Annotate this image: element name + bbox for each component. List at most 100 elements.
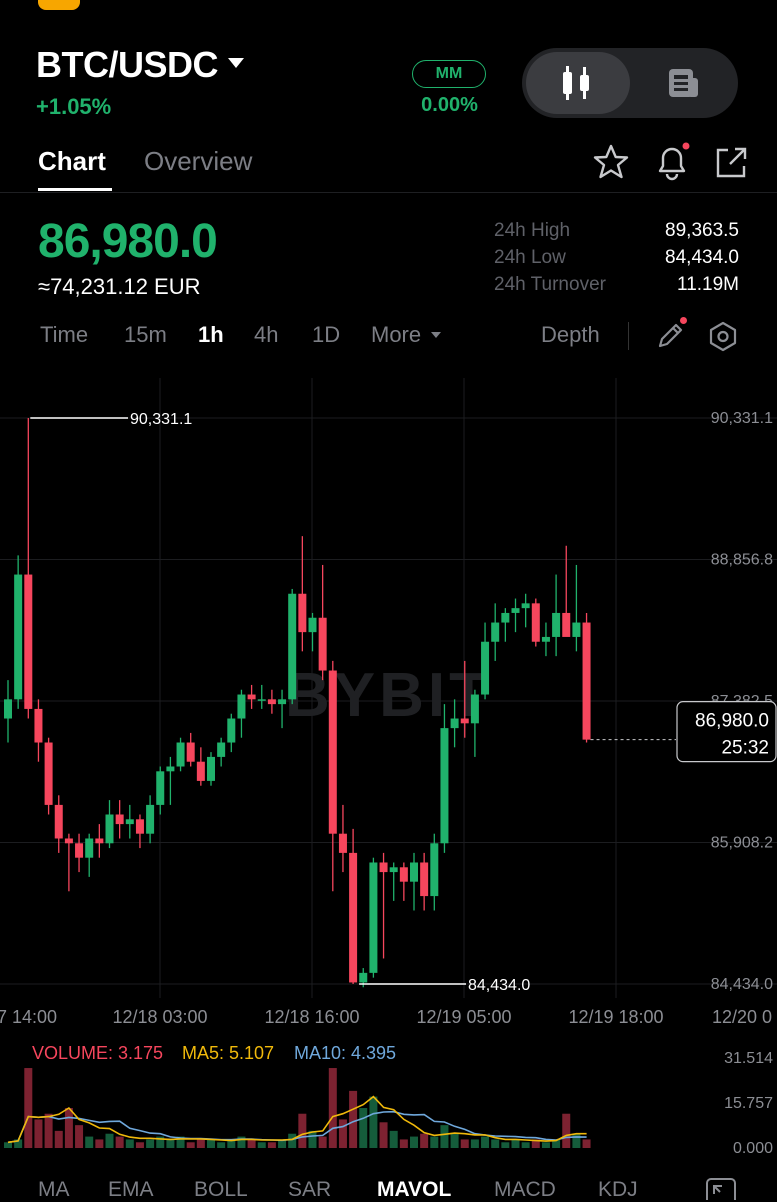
indicator-ma[interactable]: MA (38, 1178, 70, 1202)
volume-bar (34, 1119, 43, 1148)
volume-bar (440, 1125, 449, 1148)
candle-body (166, 766, 175, 772)
volume-bar (420, 1133, 429, 1148)
candle-body (64, 838, 73, 844)
chart-settings-icon[interactable] (706, 320, 740, 352)
price-change-percent: +1.05% (36, 94, 112, 119)
time-axis-label: 7 14:00 (0, 1007, 57, 1027)
price-axis-label: 84,434.0 (711, 976, 773, 993)
candle-body (288, 593, 297, 700)
mm-badge[interactable]: MM (412, 60, 486, 88)
volume-bar (237, 1136, 246, 1148)
pair-dropdown-icon[interactable] (228, 58, 244, 68)
last-price: 86,980.0 (38, 215, 218, 268)
fiat-equivalent: ≈74,231.12 EUR (38, 274, 201, 299)
time-axis-label: 12/18 16:00 (264, 1007, 359, 1027)
candle-body (125, 819, 134, 825)
timeframe-4h[interactable]: 4h (254, 322, 278, 348)
volume-bar (491, 1139, 500, 1148)
timeframe-time[interactable]: Time (40, 322, 88, 348)
indicator-sar[interactable]: SAR (288, 1178, 331, 1202)
volume-axis-label: 0.000 (733, 1140, 773, 1157)
timeframe-more[interactable]: More (371, 322, 421, 348)
volume-legend: VOLUME: 3.175 (32, 1043, 164, 1063)
stat-value-turnover: 11.19M (677, 274, 739, 295)
more-caret-icon (431, 332, 441, 338)
volume-bar (511, 1139, 520, 1148)
indicator-macd[interactable]: MACD (494, 1178, 556, 1202)
header-divider (0, 192, 777, 193)
toolbar-separator (628, 322, 629, 350)
depth-button[interactable]: Depth (541, 322, 600, 348)
candle-body (95, 838, 104, 844)
candle-body (186, 742, 195, 762)
price-axis-label: 90,331.1 (711, 410, 773, 427)
volume-bar (501, 1142, 510, 1148)
volume-bar (146, 1139, 155, 1148)
tab-overview[interactable]: Overview (144, 146, 252, 177)
draw-pencil-icon[interactable] (654, 320, 688, 352)
tab-chart[interactable]: Chart (38, 146, 106, 177)
candle-body (318, 617, 327, 671)
volume-bar (135, 1142, 144, 1148)
candle-body (135, 819, 144, 834)
volume-axis-label: 15.757 (724, 1095, 773, 1112)
share-icon[interactable] (712, 144, 750, 182)
news-icon[interactable] (666, 66, 702, 100)
candlestick-chart[interactable]: 90,331.188,856.887,382.585,908.284,434.0… (0, 378, 777, 1033)
volume-bar (85, 1136, 94, 1148)
candle-body (359, 972, 368, 983)
candle-body (85, 838, 94, 858)
volume-bar (318, 1136, 327, 1148)
indicator-mavol[interactable]: MAVOL (377, 1178, 451, 1202)
indicator-boll[interactable]: BOLL (194, 1178, 248, 1202)
volume-bar (217, 1142, 226, 1148)
candle-body (389, 867, 398, 873)
time-axis-label: 12/20 0 (712, 1007, 772, 1027)
candle-body (146, 804, 155, 834)
volume-bar (288, 1133, 297, 1148)
candle-body (552, 612, 561, 637)
candlestick-icon (563, 66, 589, 100)
favorite-star-icon[interactable] (592, 143, 630, 181)
trading-pair-title[interactable]: BTC/USDC (36, 44, 219, 86)
volume-bar (562, 1113, 571, 1148)
volume-bar (298, 1113, 307, 1148)
candle-body (410, 862, 418, 882)
price-axis-label: 85,908.2 (711, 835, 773, 852)
alert-bell-icon[interactable] (652, 142, 692, 182)
volume-bar (196, 1139, 205, 1148)
candle-body (501, 612, 510, 623)
volume-bar (349, 1090, 358, 1148)
candle-body (511, 608, 520, 613)
timeframe-15m[interactable]: 15m (124, 322, 167, 348)
volume-bar (359, 1108, 368, 1148)
volume-bar (572, 1133, 581, 1148)
volume-bar (430, 1136, 439, 1148)
candle-body (34, 708, 43, 743)
fullscreen-icon[interactable] (704, 1176, 738, 1200)
candle-body (572, 622, 581, 637)
timeframe-1d[interactable]: 1D (312, 322, 340, 348)
volume-bar (95, 1139, 104, 1148)
volume-bar (125, 1139, 134, 1148)
timeframe-1h[interactable]: 1h (198, 322, 224, 348)
high-marker-label: 90,331.1 (130, 411, 192, 428)
price-axis-label: 88,856.8 (711, 552, 773, 569)
candle-body (14, 574, 23, 700)
tab-underline (38, 188, 112, 191)
indicator-ema[interactable]: EMA (108, 1178, 154, 1202)
candle-body (440, 728, 449, 844)
candle-body (278, 699, 287, 705)
volume-bar (410, 1136, 418, 1148)
low-marker-label: 84,434.0 (468, 977, 530, 994)
candle-body (470, 694, 479, 724)
stat-label-low: 24h Low (494, 247, 566, 268)
volume-bar (399, 1139, 408, 1148)
stat-label-turnover: 24h Turnover (494, 274, 606, 295)
app-icon (38, 0, 80, 10)
volume-bar (4, 1142, 12, 1148)
candle-body (450, 718, 459, 729)
candle-body (24, 574, 33, 709)
indicator-kdj[interactable]: KDJ (598, 1178, 638, 1202)
